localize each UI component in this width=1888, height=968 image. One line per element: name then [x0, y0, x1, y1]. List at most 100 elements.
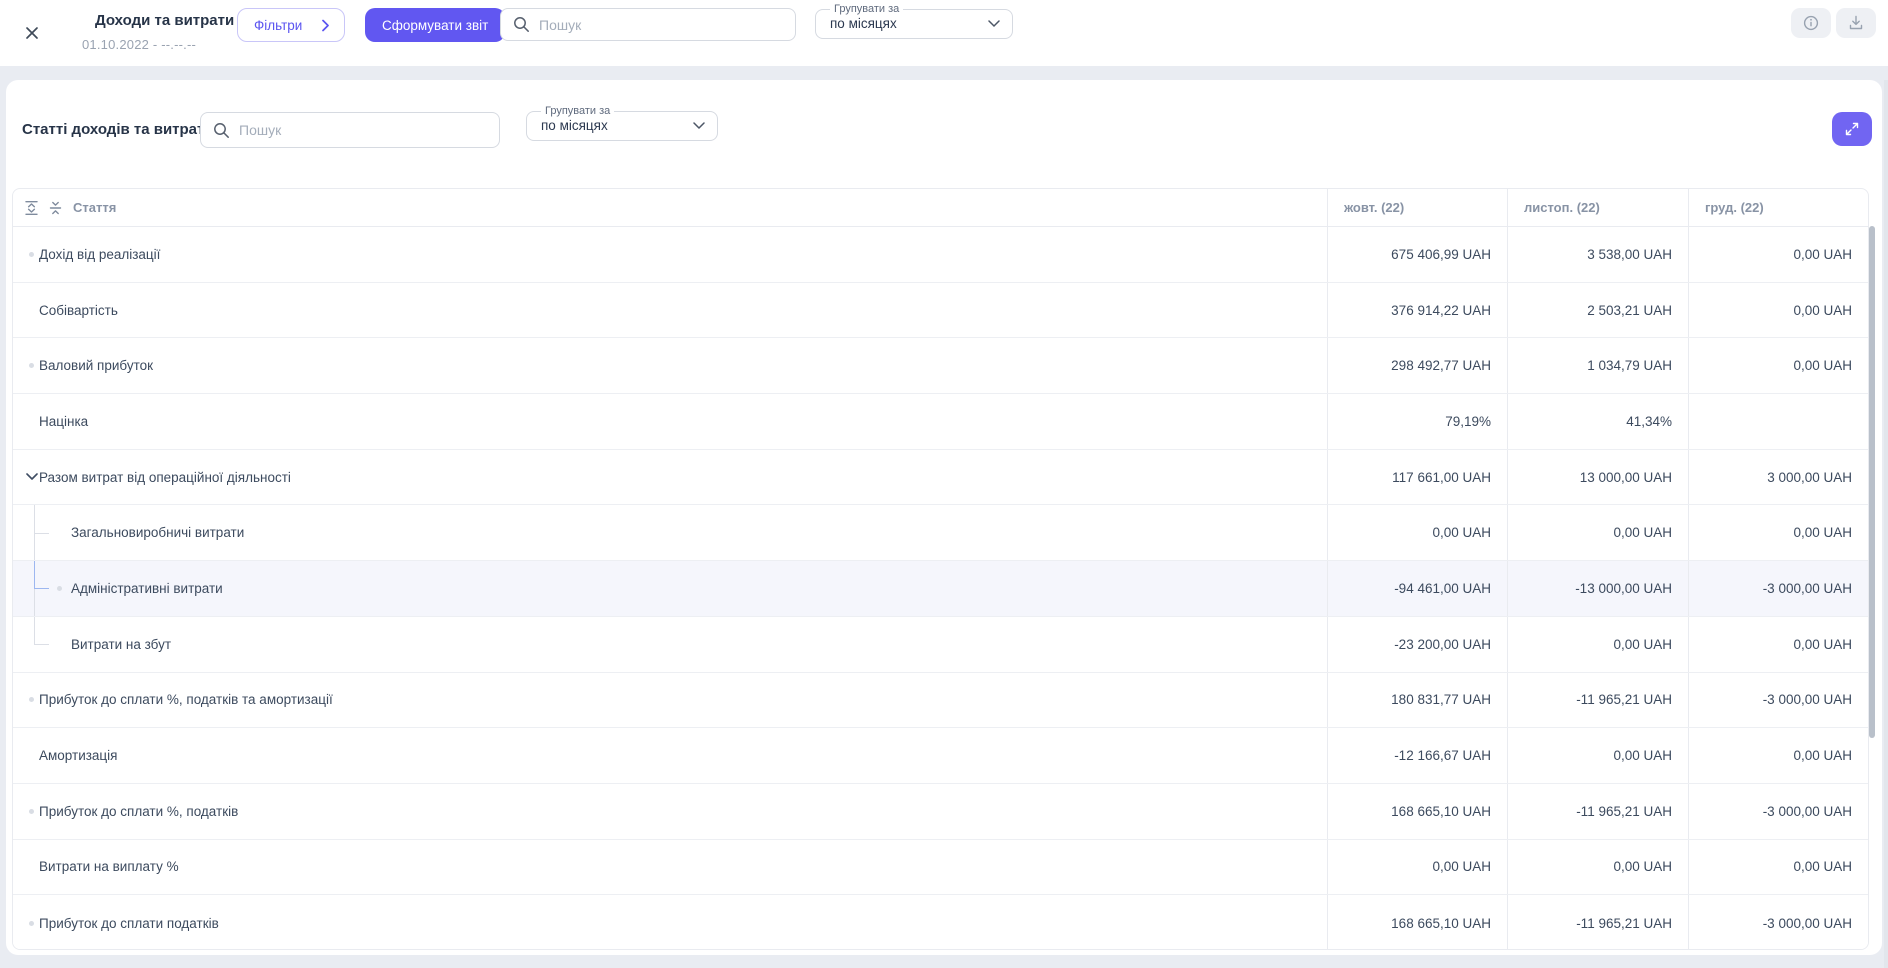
table-row[interactable]: Загальновиробничі витрати 0,00 UAH 0,00 …	[13, 505, 1868, 561]
row-label-cell: Разом витрат від операційної діяльності	[13, 450, 1327, 505]
panel-title: Статті доходів та витрат	[22, 121, 204, 138]
chevron-right-icon	[322, 19, 330, 32]
row-label-cell: Витрати на збут	[13, 617, 1327, 672]
table-row[interactable]: Разом витрат від операційної діяльності …	[13, 450, 1868, 506]
table-body: Дохід від реалізації 675 406,99 UAH 3 53…	[13, 227, 1868, 950]
download-button[interactable]	[1836, 8, 1876, 38]
column-header-article: Стаття	[13, 189, 1327, 226]
cell-value-month-3: 0,00 UAH	[1688, 338, 1868, 393]
table-row[interactable]: Амортизація -12 166,67 UAH 0,00 UAH 0,00…	[13, 728, 1868, 784]
row-label: Дохід від реалізації	[39, 247, 160, 262]
topbar-search[interactable]	[500, 8, 796, 41]
info-icon	[1802, 14, 1820, 32]
row-label-cell: Загальновиробничі витрати	[13, 505, 1327, 560]
table-row[interactable]: Витрати на збут -23 200,00 UAH 0,00 UAH …	[13, 617, 1868, 673]
table-scrollbar-thumb[interactable]	[1869, 226, 1875, 738]
formula-dot-icon	[29, 697, 34, 702]
table-row[interactable]: Собівартість 376 914,22 UAH 2 503,21 UAH…	[13, 283, 1868, 339]
cell-value-month-2: 0,00 UAH	[1507, 617, 1688, 672]
tree-connector	[34, 588, 35, 615]
cell-value-month-2: 2 503,21 UAH	[1507, 283, 1688, 338]
column-header-month-1: жовт. (22)	[1327, 189, 1507, 226]
row-label: Націнка	[39, 414, 88, 429]
table-row[interactable]: Прибуток до сплати податків 168 665,10 U…	[13, 895, 1868, 950]
topbar-group-by-select[interactable]: Групувати за по місяцях	[815, 4, 1013, 39]
cell-value-month-1: 298 492,77 UAH	[1327, 338, 1507, 393]
row-label: Прибуток до сплати податків	[39, 916, 219, 931]
expand-all-icon[interactable]	[23, 199, 40, 216]
table-row[interactable]: Валовий прибуток 298 492,77 UAH 1 034,79…	[13, 338, 1868, 394]
collapse-all-icon[interactable]	[48, 199, 63, 216]
cell-value-month-2: 0,00 UAH	[1507, 728, 1688, 783]
cell-value-month-3: 0,00 UAH	[1688, 505, 1868, 560]
table-row[interactable]: Націнка 79,19% 41,34%	[13, 394, 1868, 450]
cell-value-month-2: -11 965,21 UAH	[1507, 673, 1688, 728]
generate-report-button[interactable]: Сформувати звіт	[365, 8, 505, 42]
table-row[interactable]: Дохід від реалізації 675 406,99 UAH 3 53…	[13, 227, 1868, 283]
chevron-down-icon	[693, 122, 705, 130]
row-label-cell: Витрати на виплату %	[13, 840, 1327, 895]
table-row[interactable]: Витрати на виплату % 0,00 UAH 0,00 UAH 0…	[13, 840, 1868, 896]
cell-value-month-1: 0,00 UAH	[1327, 505, 1507, 560]
formula-dot-icon	[29, 363, 34, 368]
cell-value-month-3: 3 000,00 UAH	[1688, 450, 1868, 505]
cell-value-month-2: 13 000,00 UAH	[1507, 450, 1688, 505]
table-row[interactable]: Адміністративні витрати -94 461,00 UAH -…	[13, 561, 1868, 617]
group-by-value: по місяцях	[541, 118, 608, 133]
download-icon	[1847, 14, 1865, 32]
cell-value-month-1: 168 665,10 UAH	[1327, 895, 1507, 950]
chevron-down-icon	[988, 20, 1000, 28]
column-header-label: Стаття	[73, 200, 116, 215]
row-label-cell: Собівартість	[13, 283, 1327, 338]
report-date-range: 01.10.2022 - --.--.--	[82, 37, 196, 52]
topbar-actions	[1791, 8, 1876, 38]
table-row[interactable]: Прибуток до сплати %, податків та аморти…	[13, 673, 1868, 729]
cell-value-month-3: 0,00 UAH	[1688, 227, 1868, 282]
page-scrollbar[interactable]	[1884, 80, 1888, 968]
search-icon	[213, 122, 230, 139]
cell-value-month-3: -3 000,00 UAH	[1688, 784, 1868, 839]
info-button[interactable]	[1791, 8, 1831, 38]
filters-button-label: Фільтри	[254, 18, 302, 33]
cell-value-month-1: -94 461,00 UAH	[1327, 561, 1507, 616]
row-label-cell: Амортизація	[13, 728, 1327, 783]
panel-search[interactable]	[200, 112, 500, 148]
close-button[interactable]	[16, 17, 48, 49]
pnl-table: Стаття жовт. (22) листоп. (22) груд. (22…	[12, 188, 1869, 950]
formula-dot-icon	[29, 921, 34, 926]
row-label-cell: Прибуток до сплати %, податків та аморти…	[13, 673, 1327, 728]
chevron-down-icon[interactable]	[26, 473, 38, 481]
row-label: Прибуток до сплати %, податків та аморти…	[39, 692, 333, 707]
table-row[interactable]: Прибуток до сплати %, податків 168 665,1…	[13, 784, 1868, 840]
row-label: Витрати на збут	[71, 637, 171, 652]
row-label: Витрати на виплату %	[39, 859, 179, 874]
row-label: Разом витрат від операційної діяльності	[39, 470, 291, 485]
cell-value-month-2: -13 000,00 UAH	[1507, 561, 1688, 616]
row-label: Адміністративні витрати	[71, 581, 223, 596]
cell-value-month-2: 0,00 UAH	[1507, 505, 1688, 560]
cell-value-month-3	[1688, 394, 1868, 449]
topbar: Доходи та витрати (P&L) 01.10.2022 - --.…	[0, 0, 1888, 66]
content-card: Статті доходів та витрат Групувати за по…	[6, 80, 1882, 955]
cell-value-month-2: 3 538,00 UAH	[1507, 227, 1688, 282]
cell-value-month-1: 79,19%	[1327, 394, 1507, 449]
topbar-search-input[interactable]	[539, 17, 783, 33]
group-by-value: по місяцях	[830, 16, 897, 31]
cell-value-month-2: 0,00 UAH	[1507, 840, 1688, 895]
cell-value-month-1: 0,00 UAH	[1327, 840, 1507, 895]
group-by-label: Групувати за	[541, 106, 614, 117]
cell-value-month-1: -23 200,00 UAH	[1327, 617, 1507, 672]
panel-search-input[interactable]	[239, 122, 487, 138]
panel-group-by-select[interactable]: Групувати за по місяцях	[526, 106, 718, 141]
filters-button[interactable]: Фільтри	[237, 8, 345, 42]
cell-value-month-1: -12 166,67 UAH	[1327, 728, 1507, 783]
formula-dot-icon	[29, 252, 34, 257]
table-header: Стаття жовт. (22) листоп. (22) груд. (22…	[13, 189, 1868, 227]
row-label: Амортизація	[39, 748, 117, 763]
formula-dot-icon	[29, 809, 34, 814]
column-header-month-2: листоп. (22)	[1507, 189, 1688, 226]
row-label-cell: Прибуток до сплати %, податків	[13, 784, 1327, 839]
cell-value-month-3: -3 000,00 UAH	[1688, 895, 1868, 950]
cell-value-month-2: 1 034,79 UAH	[1507, 338, 1688, 393]
fullscreen-button[interactable]	[1832, 112, 1872, 146]
